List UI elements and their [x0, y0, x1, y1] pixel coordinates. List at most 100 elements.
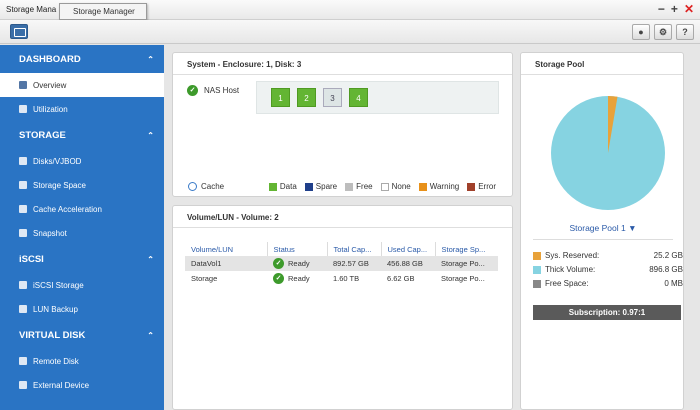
title-bar: Storage Mana Storage Manager − + ✕	[0, 0, 700, 20]
chevron-up-icon: ⌃	[147, 330, 154, 340]
legend-item: Free	[345, 182, 373, 191]
backup-icon	[19, 305, 27, 313]
sidebar-item-label: Cache Acceleration	[33, 204, 102, 214]
sidebar-item-label: Utilization	[33, 104, 68, 114]
check-icon: ✓	[273, 258, 284, 269]
storage-pool-selector[interactable]: Storage Pool 1 ▼	[521, 223, 685, 233]
sidebar-item-label: External Device	[33, 380, 90, 390]
iscsi-icon	[19, 281, 27, 289]
section-iscsi-label: iSCSI	[19, 253, 44, 265]
remote-disk-icon	[19, 357, 27, 365]
close-icon[interactable]: ✕	[684, 2, 694, 16]
window-controls: − + ✕	[658, 2, 694, 16]
section-dashboard[interactable]: DASHBOARD ⌃	[0, 45, 164, 73]
section-storage-label: STORAGE	[19, 129, 66, 141]
sidebar-item-cache-acceleration[interactable]: Cache Acceleration	[0, 197, 164, 221]
maximize-icon[interactable]: +	[671, 2, 678, 16]
section-storage[interactable]: STORAGE ⌃	[0, 121, 164, 149]
sidebar-item-label: Storage Space	[33, 180, 86, 190]
table-row[interactable]: Storage ✓ Ready 1.60 TB 6.62 GB Storage P…	[185, 271, 498, 286]
legend-label: Free	[356, 182, 373, 191]
column-header[interactable]: Used Cap...	[381, 242, 436, 256]
table-row[interactable]: DataVol1 ✓ Ready 892.57 GB 456.88 GB Stor…	[185, 256, 498, 271]
section-dashboard-label: DASHBOARD	[19, 53, 81, 65]
disk-slot-2[interactable]: 2	[297, 88, 316, 107]
legend-swatch	[304, 182, 313, 191]
storage-pool-title: Storage Pool	[521, 53, 683, 75]
check-icon: ✓	[187, 85, 198, 96]
sidebar-item-utilization[interactable]: Utilization	[0, 97, 164, 121]
section-virtual-disk-label: VIRTUAL DISK	[19, 329, 86, 341]
storage-space-icon	[19, 181, 27, 189]
overview-icon	[19, 81, 27, 89]
volume-name: DataVol1	[185, 256, 267, 271]
sidebar-item-overview[interactable]: Overview	[0, 73, 164, 97]
volume-table: Volume/LUN Status Total Cap... Used Cap.…	[185, 242, 498, 286]
disk-slot-1[interactable]: 1	[271, 88, 290, 107]
legend-item: None	[380, 182, 411, 191]
storage-pool-panel: Storage Pool Storage Pool 1 ▼ Sys. Reser…	[520, 52, 684, 410]
column-header[interactable]: Total Cap...	[327, 242, 382, 256]
disk-action-button[interactable]: ●	[632, 24, 650, 40]
legend-item: Data	[268, 182, 297, 191]
stat-sys-reserved: Sys. Reserved: 25.2 GB	[533, 251, 683, 260]
disk-icon: ●	[638, 27, 644, 37]
legend-label: Warning	[429, 182, 460, 191]
column-header[interactable]: Status	[267, 242, 328, 256]
help-button[interactable]: ?	[676, 24, 694, 40]
minimize-icon[interactable]: −	[658, 2, 665, 16]
legend-label: None	[391, 182, 411, 191]
sidebar-item-lun-backup[interactable]: LUN Backup	[0, 297, 164, 321]
sidebar-item-external-device[interactable]: External Device	[0, 373, 164, 397]
storage-space: Storage Po...	[435, 256, 498, 271]
sidebar-item-remote-disk[interactable]: Remote Disk	[0, 349, 164, 373]
legend-swatch	[380, 182, 389, 191]
divider	[533, 239, 673, 240]
legend-label: Spare	[315, 182, 338, 191]
volume-panel: Volume/LUN - Volume: 2 Volume/LUN Status…	[172, 205, 513, 410]
window-title: Storage Mana	[6, 5, 57, 14]
chevron-up-icon: ⌃	[147, 254, 154, 264]
sidebar-item-storage-space[interactable]: Storage Space	[0, 173, 164, 197]
toolbar-actions: ● ⚙ ?	[632, 24, 694, 40]
sidebar: DASHBOARD ⌃ Overview Utilization STORAGE ⌃…	[0, 45, 164, 410]
chevron-up-icon: ⌃	[147, 54, 154, 64]
sidebar-item-disks[interactable]: Disks/VJBOD	[0, 149, 164, 173]
settings-button[interactable]: ⚙	[654, 24, 672, 40]
total-capacity: 1.60 TB	[333, 274, 360, 283]
legend-item: Error	[467, 182, 496, 191]
storage-pool-pie-chart	[551, 96, 665, 210]
cache-indicator: Cache	[188, 182, 224, 191]
cache-label: Cache	[201, 182, 225, 191]
disk-slot-3[interactable]: 3	[323, 88, 342, 107]
sidebar-item-label: Remote Disk	[33, 356, 79, 366]
used-capacity: 456.88 GB	[381, 256, 435, 271]
disk-enclosure: 1 2 3 4	[256, 81, 499, 114]
nas-host-label: NAS Host	[204, 86, 240, 95]
help-icon: ?	[682, 27, 688, 37]
stat-value: 896.8 GB	[649, 265, 683, 274]
used-capacity: 6.62 GB	[387, 274, 415, 283]
snapshot-icon	[19, 229, 27, 237]
legend-item: Spare	[304, 182, 338, 191]
stat-label: Sys. Reserved:	[545, 251, 600, 260]
total-capacity: 892.57 GB	[327, 256, 381, 271]
sidebar-item-snapshot[interactable]: Snapshot	[0, 221, 164, 245]
legend-swatch	[418, 182, 427, 191]
legend-swatch	[268, 182, 277, 191]
utilization-icon	[19, 105, 27, 113]
section-virtual-disk[interactable]: VIRTUAL DISK ⌃	[0, 321, 164, 349]
dropdown-caret-icon: ▼	[628, 223, 637, 233]
sidebar-item-iscsi-storage[interactable]: iSCSI Storage	[0, 273, 164, 297]
column-header[interactable]: Volume/LUN	[185, 242, 268, 256]
section-iscsi[interactable]: iSCSI ⌃	[0, 245, 164, 273]
nas-host[interactable]: ✓ NAS Host	[187, 85, 239, 96]
column-header[interactable]: Storage Sp...	[435, 242, 498, 256]
legend-swatch	[345, 182, 354, 191]
gear-icon: ⚙	[658, 27, 668, 37]
main-menu-icon[interactable]	[10, 24, 28, 39]
storage-pool-name: Storage Pool 1	[569, 223, 626, 233]
chevron-up-icon: ⌃	[147, 130, 154, 140]
disk-slot-4[interactable]: 4	[349, 88, 368, 107]
stat-label: Thick Volume:	[545, 265, 596, 274]
